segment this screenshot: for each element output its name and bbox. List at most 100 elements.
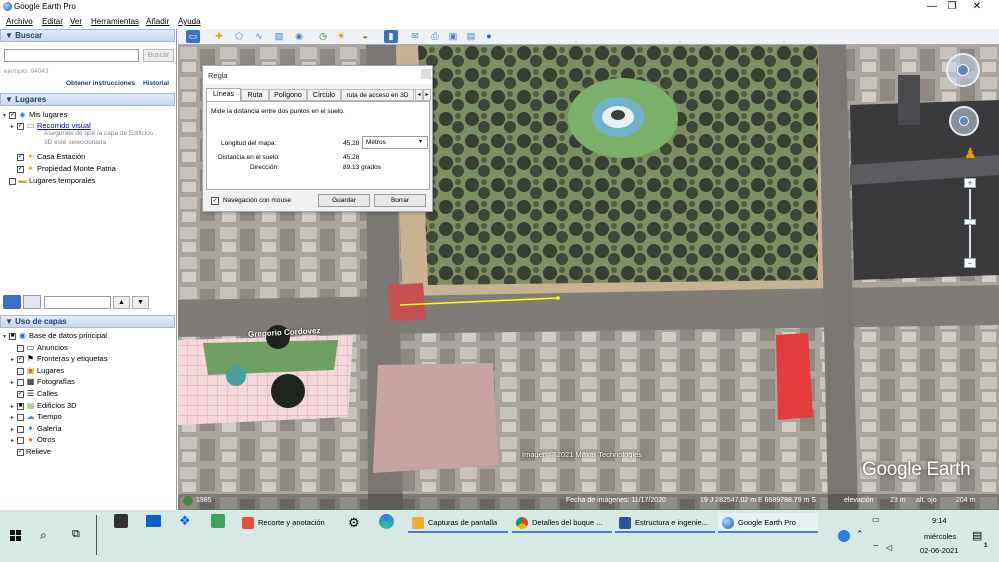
layers-panel-header[interactable]: ▼ Uso de capas [0,315,175,328]
layer-lugares[interactable]: ▣ Lugares [11,366,64,375]
tree-casa-estacion[interactable]: ✓ ✦ Casa Estación [11,152,85,161]
task-view-icon[interactable]: ⧉ [72,528,80,541]
ruler-close-button[interactable] [421,69,431,79]
taskbar-app-chrome[interactable]: Detalles del buque ... [512,513,612,533]
menu-ayuda[interactable]: Ayuda [178,17,201,26]
email-icon[interactable]: ✉ [408,30,422,43]
polygon-icon[interactable]: ⬠ [232,30,246,43]
app-green-icon[interactable] [211,514,225,528]
tree-my-places[interactable]: ▾ ✓ ◈ Mis lugares [3,110,67,119]
notifications-icon[interactable]: ▤ [972,529,982,542]
help-icon[interactable] [838,530,850,542]
taskbar-app-capturas[interactable]: Capturas de pantalla [408,513,508,533]
layer-anuncios[interactable]: ▭ Anuncios [11,343,68,352]
ruler-icon[interactable]: ▮ [384,30,398,43]
zoom-slider[interactable] [969,189,971,261]
layer-primary-db[interactable]: ▾ ■ ◉ Base de datos principal [3,331,107,340]
historical-imagery-clock-icon[interactable] [183,496,193,506]
menu-herramientas[interactable]: Herramientas [91,17,139,26]
unit-select[interactable]: Metros ▾ [362,136,428,149]
tab-circulo[interactable]: Círculo [307,89,341,101]
clear-button[interactable]: Borrar [374,194,426,207]
get-directions-link[interactable]: Obtener instrucciones [66,80,135,87]
tree-tour[interactable]: ▸ ✓ ▭ Recorrido visual [11,121,91,130]
taskbar-app-google-earth[interactable]: Google Earth Pro [718,513,818,533]
wifi-icon[interactable]: ⌔ [872,543,880,553]
layer-edificios-3d[interactable]: ▸ ■ ▤ Edificios 3D [11,401,77,410]
menu-anadir[interactable]: Añadir [146,17,169,26]
look-joystick[interactable] [946,53,980,87]
historical-imagery-icon[interactable]: ◷ [316,30,330,43]
sunlight-icon[interactable]: ☀ [334,30,348,43]
tab-ruta[interactable]: Ruta [241,89,269,101]
search-panel-header[interactable]: ▼ Buscar [0,29,175,42]
search-icon[interactable]: ⌕ [40,528,47,543]
search-button[interactable]: Buscar [143,49,174,62]
maximize-button[interactable]: ❐ [942,1,962,12]
tour-record-icon[interactable]: ◉ [292,30,306,43]
pushpin-icon: ✦ [27,164,34,173]
clock-time[interactable]: 9:14 [932,516,947,525]
tab-scroll-right-button[interactable]: ▸ [423,89,431,101]
history-link[interactable]: Historial [143,80,169,87]
layer-fotografias[interactable]: ▸ ▦ Fotografías [11,377,75,386]
menu-ver[interactable]: Ver [70,17,82,26]
ruler-description: Mide la distancia entre dos puntos en el… [211,108,345,115]
overlay-icon[interactable]: ▧ [272,30,286,43]
view-maps-icon[interactable]: ▤ [464,30,478,43]
menu-editar[interactable]: Editar [42,17,63,26]
planets-icon[interactable]: ◒ [358,30,372,43]
save-button[interactable]: Guardar [318,194,370,207]
volume-icon[interactable]: ◁ [886,543,892,552]
sidebar-toggle-icon[interactable]: ▭ [186,30,200,43]
pushpin-icon: ✦ [27,152,34,161]
tab-scroll-left-button[interactable]: ◂ [415,89,423,101]
tab-poligono[interactable]: Polígono [269,89,307,101]
layer-galeria[interactable]: ▸ ✶ Galería [11,424,62,433]
battery-icon[interactable]: ▭ [872,515,880,524]
layer-calles[interactable]: ✓ ☰ Calles [11,389,58,398]
tree-propiedad[interactable]: ✓ ✦ Propiedad Monte Patria [11,164,116,173]
print-icon[interactable]: ⎙ [428,30,442,43]
move-down-button[interactable]: ▼ [132,296,149,309]
move-joystick[interactable] [949,106,979,136]
mail-icon[interactable] [146,515,161,527]
tree-temp-places[interactable]: ▬ Lugares temporales [3,176,95,185]
store-icon[interactable] [114,514,128,528]
search-input[interactable] [4,49,139,62]
street-view-pegman-icon[interactable]: ♟ [964,145,977,162]
ruler-dialog-titlebar[interactable]: Regla [203,66,432,84]
panel-icon[interactable] [23,295,41,309]
places-filter-input[interactable] [44,296,111,309]
save-image-icon[interactable]: ▣ [446,30,460,43]
layer-otros[interactable]: ▸ ● Otros [11,435,55,444]
taskbar-divider [96,515,97,555]
earth-gallery-icon[interactable]: ● [482,30,496,43]
path-icon[interactable]: ∿ [252,30,266,43]
zoom-out-button[interactable]: − [964,258,976,268]
zoom-in-button[interactable]: + [964,178,976,188]
places-panel-header[interactable]: ▼ Lugares [0,93,175,106]
close-button[interactable]: ✕ [967,1,987,12]
move-up-button[interactable]: ▲ [113,296,130,309]
dropbox-icon[interactable]: ❖ [179,513,191,529]
search-mini-icon[interactable] [3,295,21,309]
clock-day[interactable]: miércoles [924,532,956,541]
taskbar-app-word[interactable]: Estructura e ingenie... [615,513,715,533]
tab-lineas[interactable]: Líneas [206,88,241,101]
placemark-icon[interactable]: ✚ [212,30,226,43]
tab-ruta-3d[interactable]: ruta de acceso en 3D [341,89,414,101]
chevron-up-icon[interactable]: ⌃ [856,529,864,540]
layer-relieve[interactable]: ✓ Relieve [11,447,51,456]
windows-start-icon[interactable] [10,530,21,541]
taskbar-app-recorte[interactable]: Recorte y anotación [238,513,336,533]
minimize-button[interactable]: — [922,1,942,12]
settings-gear-icon[interactable]: ⚙ [348,515,360,531]
mouse-nav-checkbox[interactable]: ✓ [211,197,219,205]
edge-icon[interactable] [379,514,394,529]
clock-date[interactable]: 02-06-2021 [920,546,958,555]
layer-fronteras[interactable]: ▸ ✓ ⚑ Fronteras y etiquetas [11,354,107,363]
zoom-slider-handle[interactable] [964,219,976,225]
layer-tiempo[interactable]: ▸ ☁ Tiempo [11,412,62,421]
menu-archivo[interactable]: Archivo [6,17,33,26]
